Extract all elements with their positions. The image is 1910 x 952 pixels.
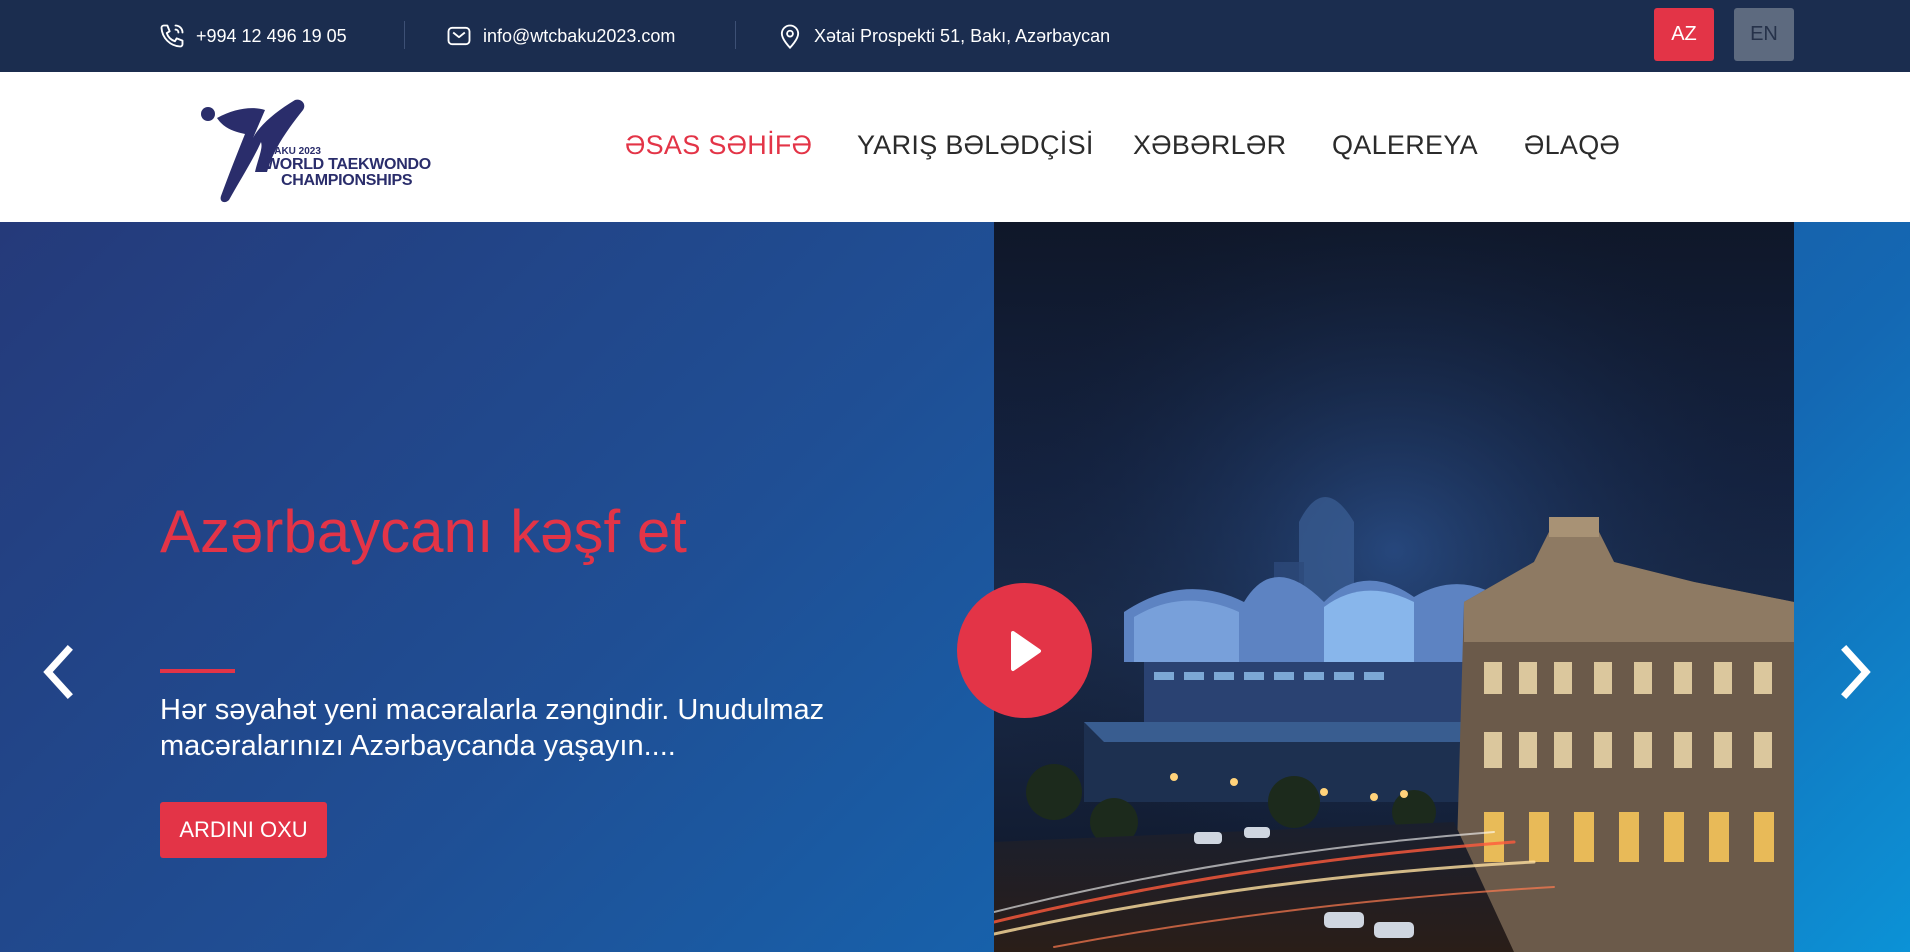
address-contact: Xətai Prospekti 51, Bakı, Azərbaycan xyxy=(776,0,1110,72)
email-text: info@wtcbaku2023.com xyxy=(483,25,676,46)
divider xyxy=(735,21,736,49)
play-icon xyxy=(1010,630,1041,671)
main-header: BAKU 2023 WORLD TAEKWONDO CHAMPIONSHIPS … xyxy=(0,72,1910,222)
chevron-right-icon[interactable] xyxy=(1836,642,1876,702)
hero-title: Azərbaycanı kəşf et xyxy=(160,498,687,565)
phone-icon xyxy=(160,24,184,48)
nav-item-contact[interactable]: ƏLAQƏ xyxy=(1524,130,1620,161)
site-logo[interactable]: BAKU 2023 WORLD TAEKWONDO CHAMPIONSHIPS xyxy=(195,90,445,205)
chevron-left-icon[interactable] xyxy=(38,642,78,702)
nav-item-gallery[interactable]: QALEREYA xyxy=(1332,130,1478,161)
phone-text: +994 12 496 19 05 xyxy=(196,25,347,46)
nav-item-competition-guide[interactable]: YARIŞ BƏLƏDÇİSİ xyxy=(857,130,1094,161)
hero-title-underline xyxy=(160,669,235,673)
read-more-button[interactable]: ARDINI OXU xyxy=(160,802,327,858)
play-video-button[interactable] xyxy=(957,583,1092,718)
nav-item-home[interactable]: ƏSAS SƏHİFƏ xyxy=(625,130,812,161)
hero-slider: Azərbaycanı kəşf et Hər səyahət yeni mac… xyxy=(0,222,1910,952)
language-az-button[interactable]: AZ xyxy=(1654,8,1714,61)
top-bar: +994 12 496 19 05 info@wtcbaku2023.com X… xyxy=(0,0,1910,72)
hero-description: Hər səyahət yeni macəralarla zəngindir. … xyxy=(160,694,825,762)
address-text: Xətai Prospekti 51, Bakı, Azərbaycan xyxy=(814,25,1111,46)
email-contact[interactable]: info@wtcbaku2023.com xyxy=(445,0,675,72)
location-pin-icon xyxy=(780,24,800,49)
mail-icon xyxy=(447,26,471,46)
divider xyxy=(404,21,405,49)
logo-text: BAKU 2023 WORLD TAEKWONDO CHAMPIONSHIPS xyxy=(265,147,431,189)
logo-line-2: WORLD TAEKWONDO xyxy=(265,156,431,173)
nav-item-news[interactable]: XƏBƏRLƏR xyxy=(1133,130,1286,161)
logo-line-3: CHAMPIONSHIPS xyxy=(281,172,413,189)
baku-night-cityscape xyxy=(994,222,1794,952)
hero-photo xyxy=(994,222,1794,952)
phone-contact[interactable]: +994 12 496 19 05 xyxy=(158,0,347,72)
language-en-button[interactable]: EN xyxy=(1734,8,1794,61)
